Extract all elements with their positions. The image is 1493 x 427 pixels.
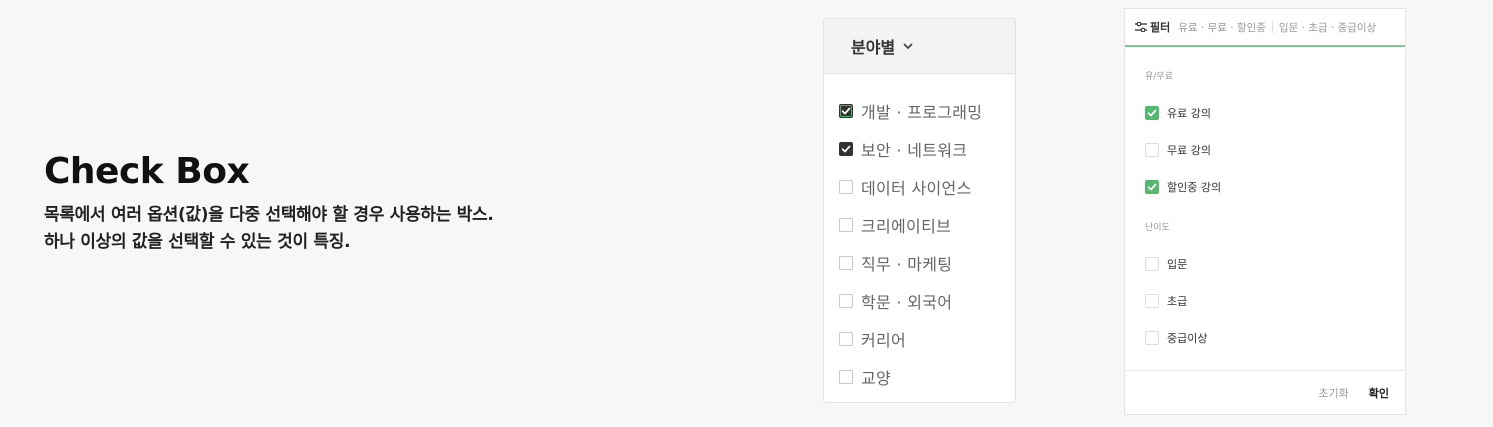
category-option[interactable]: 데이터 사이언스	[839, 168, 1015, 206]
category-checkbox-list: 개발 · 프로그래밍보안 · 네트워크데이터 사이언스크리에이티브직무 · 마케…	[824, 74, 1015, 396]
intro-line-1: 목록에서 여러 옵션(값)을 다중 선택해야 할 경우 사용하는 박스.	[44, 205, 494, 225]
filter-option-label: 중급이상	[1167, 331, 1208, 345]
checkbox-unchecked[interactable]	[839, 332, 853, 346]
filter-option[interactable]: 초급	[1145, 282, 1405, 319]
filter-checkbox-list: 입문초급중급이상	[1145, 245, 1405, 356]
filter-option[interactable]: 중급이상	[1145, 319, 1405, 356]
checkbox-unchecked[interactable]	[839, 180, 853, 194]
checkmark-icon	[1147, 182, 1157, 192]
category-option[interactable]: 직무 · 마케팅	[839, 244, 1015, 282]
filter-option-label: 초급	[1167, 294, 1188, 308]
filter-option-label: 입문	[1167, 257, 1188, 271]
intro-line-2: 하나 이상의 값을 선택할 수 있는 것이 특징.	[44, 232, 351, 252]
category-option-label: 커리어	[861, 331, 907, 350]
checkbox-unchecked[interactable]	[839, 218, 853, 232]
category-option[interactable]: 커리어	[839, 320, 1015, 358]
checkbox-unchecked[interactable]	[1145, 142, 1159, 157]
filter-option[interactable]: 유료 강의	[1145, 94, 1405, 131]
checkbox-checked[interactable]	[1145, 105, 1159, 120]
filter-group: 유/무료유료 강의무료 강의할인중 강의	[1145, 69, 1405, 205]
category-dropdown-label: 분야별	[851, 38, 896, 57]
page-title: Check Box	[44, 151, 250, 192]
checkbox-unchecked[interactable]	[1145, 330, 1159, 345]
category-option[interactable]: 학문 · 외국어	[839, 282, 1015, 320]
filter-option-label: 무료 강의	[1167, 143, 1211, 157]
filter-header[interactable]: 필터 유료 · 무료 · 할인중 입문 · 초급 · 중급이상	[1125, 9, 1405, 47]
filter-option-label: 할인중 강의	[1167, 180, 1222, 194]
category-option-label: 보안 · 네트워크	[861, 141, 968, 160]
checkmark-icon	[841, 144, 851, 154]
filter-option[interactable]: 할인중 강의	[1145, 168, 1405, 205]
category-filter-panel: 분야별 개발 · 프로그래밍보안 · 네트워크데이터 사이언스크리에이티브직무 …	[823, 18, 1016, 403]
category-option[interactable]: 교양	[839, 358, 1015, 396]
intro-section: Check Box 목록에서 여러 옵션(값)을 다중 선택해야 할 경우 사용…	[44, 150, 494, 256]
checkbox-checked[interactable]	[1145, 179, 1159, 194]
checkmark-icon	[1147, 108, 1157, 118]
checkbox-unchecked[interactable]	[839, 256, 853, 270]
filter-checkbox-list: 유료 강의무료 강의할인중 강의	[1145, 94, 1405, 205]
filter-footer: 초기화 확인	[1125, 370, 1405, 414]
intro-description: 목록에서 여러 옵션(값)을 다중 선택해야 할 경우 사용하는 박스. 하나 …	[44, 202, 494, 256]
category-option-label: 데이터 사이언스	[861, 179, 972, 198]
filter-option[interactable]: 무료 강의	[1145, 131, 1405, 168]
filter-group-label: 난이도	[1145, 223, 1170, 233]
category-option-label: 교양	[861, 369, 892, 388]
chevron-down-icon	[903, 40, 913, 53]
checkbox-unchecked[interactable]	[1145, 293, 1159, 308]
category-option[interactable]: 보안 · 네트워크	[839, 130, 1015, 168]
reset-button[interactable]: 초기화	[1318, 385, 1348, 401]
filter-group-label: 유/무료	[1145, 72, 1173, 82]
checkbox-unchecked[interactable]	[1145, 256, 1159, 271]
checkbox-checked[interactable]	[839, 104, 853, 118]
filter-summary-level: 입문 · 초급 · 중급이상	[1278, 21, 1377, 34]
filter-group: 난이도입문초급중급이상	[1145, 220, 1405, 356]
filter-sliders-icon	[1135, 22, 1147, 32]
category-option[interactable]: 크리에이티브	[839, 206, 1015, 244]
filter-body: 유/무료유료 강의무료 강의할인중 강의난이도입문초급중급이상	[1125, 47, 1405, 356]
filter-option[interactable]: 입문	[1145, 245, 1405, 282]
category-dropdown-header[interactable]: 분야별	[824, 19, 1015, 74]
filter-title: 필터	[1150, 21, 1171, 34]
filter-summary-price: 유료 · 무료 · 할인중	[1178, 21, 1266, 34]
category-option-label: 학문 · 외국어	[861, 293, 953, 312]
category-option-label: 크리에이티브	[861, 217, 952, 236]
category-option-label: 개발 · 프로그래밍	[861, 103, 983, 122]
category-option[interactable]: 개발 · 프로그래밍	[839, 92, 1015, 130]
checkbox-unchecked[interactable]	[839, 370, 853, 384]
checkbox-unchecked[interactable]	[839, 294, 853, 308]
checkmark-icon	[841, 106, 851, 116]
filter-option-label: 유료 강의	[1167, 106, 1211, 120]
summary-divider	[1271, 21, 1273, 33]
category-option-label: 직무 · 마케팅	[861, 255, 953, 274]
filter-panel: 필터 유료 · 무료 · 할인중 입문 · 초급 · 중급이상 유/무료유료 강…	[1124, 8, 1406, 415]
confirm-button[interactable]: 확인	[1369, 385, 1389, 401]
checkbox-checked[interactable]	[839, 142, 853, 156]
